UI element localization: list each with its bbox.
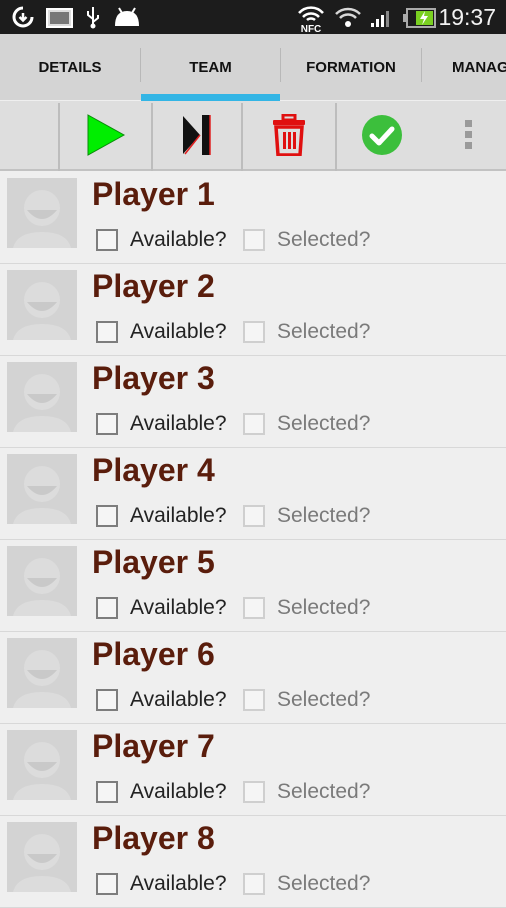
avatar-placeholder-icon	[7, 178, 77, 248]
overflow-menu-button[interactable]	[430, 101, 506, 169]
wifi-icon	[335, 7, 361, 27]
avatar-placeholder-icon	[7, 730, 77, 800]
avatar-placeholder-icon	[7, 638, 77, 708]
player-row[interactable]: Player 8 Available? Selected?	[0, 816, 506, 908]
selected-checkbox[interactable]	[243, 781, 265, 803]
available-label: Available?	[130, 228, 227, 251]
available-label: Available?	[130, 504, 227, 527]
check-circle-icon	[362, 115, 402, 155]
available-checkbox[interactable]	[96, 597, 118, 619]
player-name: Player 7	[92, 728, 215, 764]
tab-bar: DETAILS TEAM FORMATION MANAG	[0, 34, 506, 100]
selected-label: Selected?	[277, 596, 371, 619]
available-checkbox[interactable]	[96, 873, 118, 895]
player-name: Player 1	[92, 176, 215, 212]
selected-checkbox[interactable]	[243, 229, 265, 251]
signal-icon	[371, 11, 389, 27]
skip-next-icon	[183, 115, 211, 155]
selected-label: Selected?	[277, 780, 371, 803]
tab-formation[interactable]: FORMATION	[281, 34, 421, 100]
svg-text:NFC: NFC	[301, 24, 322, 33]
usb-icon	[87, 7, 99, 29]
available-checkbox[interactable]	[96, 229, 118, 251]
status-bar: NFC 19:37	[0, 0, 506, 34]
player-name: Player 4	[92, 452, 215, 488]
battery-charging-icon	[403, 8, 436, 28]
available-checkbox[interactable]	[96, 781, 118, 803]
player-name: Player 8	[92, 820, 215, 856]
tab-details[interactable]: DETAILS	[0, 34, 140, 100]
trash-icon	[273, 114, 305, 156]
tab-manager[interactable]: MANAG	[422, 34, 506, 100]
skip-next-button[interactable]	[153, 101, 241, 169]
selected-checkbox[interactable]	[243, 505, 265, 527]
sync-icon	[12, 6, 34, 28]
player-name: Player 2	[92, 268, 215, 304]
active-tab-indicator	[141, 94, 280, 101]
tab-team[interactable]: TEAM	[141, 34, 280, 100]
player-row[interactable]: Player 4 Available? Selected?	[0, 448, 506, 540]
delete-button[interactable]	[243, 101, 335, 169]
selected-label: Selected?	[277, 504, 371, 527]
android-icon	[115, 7, 139, 26]
available-checkbox[interactable]	[96, 505, 118, 527]
player-name: Player 6	[92, 636, 215, 672]
avatar-placeholder-icon	[7, 822, 77, 892]
available-label: Available?	[130, 412, 227, 435]
player-list: Player 1 Available? Selected? Player 2 A…	[0, 172, 506, 908]
overflow-menu-icon	[465, 120, 472, 149]
available-label: Available?	[130, 780, 227, 803]
selected-checkbox[interactable]	[243, 597, 265, 619]
available-checkbox[interactable]	[96, 321, 118, 343]
available-label: Available?	[130, 688, 227, 711]
avatar-placeholder-icon	[7, 362, 77, 432]
selected-label: Selected?	[277, 688, 371, 711]
selected-checkbox[interactable]	[243, 689, 265, 711]
selected-label: Selected?	[277, 320, 371, 343]
selected-label: Selected?	[277, 412, 371, 435]
selected-label: Selected?	[277, 872, 371, 895]
avatar-placeholder-icon	[7, 454, 77, 524]
player-row[interactable]: Player 1 Available? Selected?	[0, 172, 506, 264]
selected-checkbox[interactable]	[243, 413, 265, 435]
available-checkbox[interactable]	[96, 413, 118, 435]
selected-label: Selected?	[277, 228, 371, 251]
play-icon	[87, 114, 125, 156]
available-label: Available?	[130, 320, 227, 343]
available-label: Available?	[130, 872, 227, 895]
selected-checkbox[interactable]	[243, 873, 265, 895]
action-toolbar	[0, 101, 506, 171]
player-name: Player 3	[92, 360, 215, 396]
image-icon	[46, 8, 73, 28]
available-checkbox[interactable]	[96, 689, 118, 711]
player-row[interactable]: Player 7 Available? Selected?	[0, 724, 506, 816]
player-row[interactable]: Player 3 Available? Selected?	[0, 356, 506, 448]
selected-checkbox[interactable]	[243, 321, 265, 343]
player-row[interactable]: Player 6 Available? Selected?	[0, 632, 506, 724]
nfc-icon: NFC	[298, 6, 324, 33]
confirm-button[interactable]	[337, 101, 427, 169]
player-name: Player 5	[92, 544, 215, 580]
player-row[interactable]: Player 5 Available? Selected?	[0, 540, 506, 632]
play-button[interactable]	[60, 101, 151, 169]
avatar-placeholder-icon	[7, 270, 77, 340]
clock: 19:37	[438, 4, 496, 30]
available-label: Available?	[130, 596, 227, 619]
player-row[interactable]: Player 2 Available? Selected?	[0, 264, 506, 356]
avatar-placeholder-icon	[7, 546, 77, 616]
